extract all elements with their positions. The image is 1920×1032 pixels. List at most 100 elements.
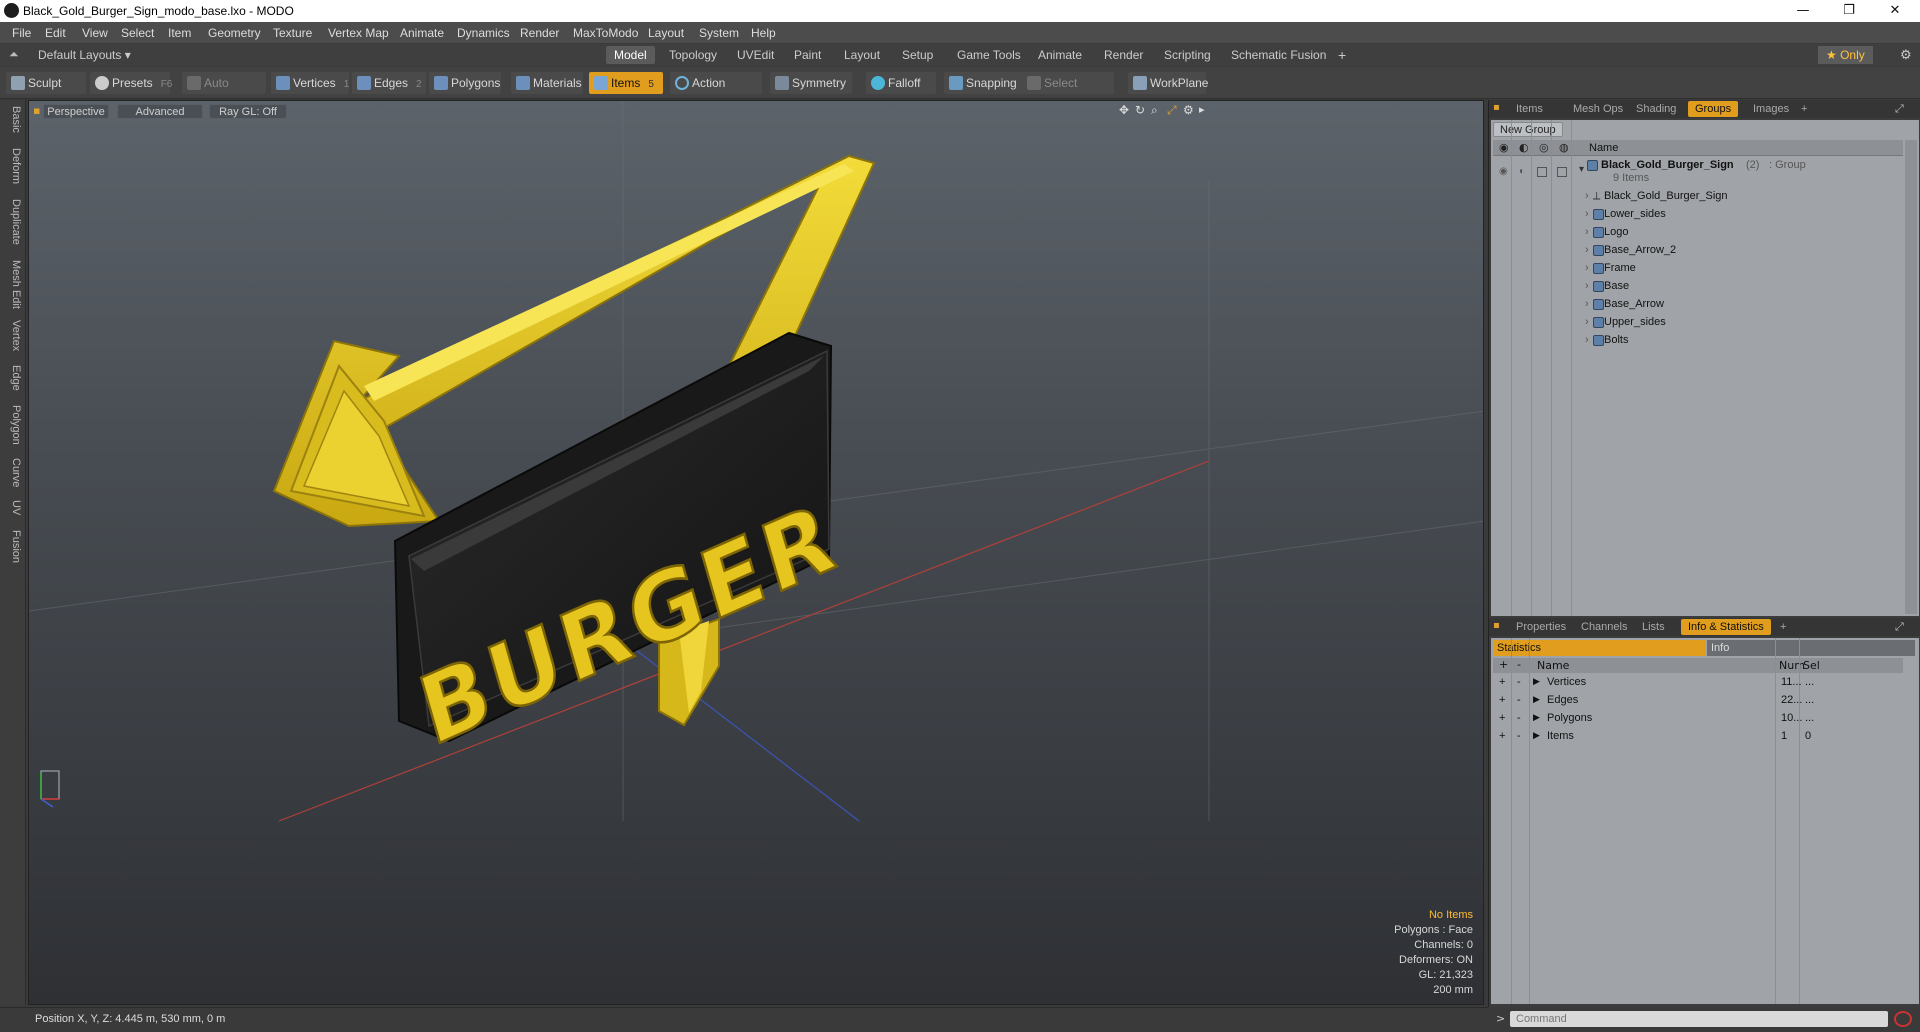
layout-preset-dropdown[interactable]: Default Layouts ▾ xyxy=(30,46,139,64)
menu-layout[interactable]: Layout xyxy=(648,26,684,40)
vtab-curve[interactable]: Curve xyxy=(4,458,22,487)
tab-model[interactable]: Model xyxy=(606,46,655,64)
fit-view-icon[interactable]: ⤢ xyxy=(1167,103,1177,118)
tab-channels[interactable]: Channels xyxy=(1574,619,1634,635)
render-col-icon[interactable]: ◐ xyxy=(1519,141,1529,154)
stats-row[interactable]: + - ▶ Polygons 10...... xyxy=(1493,710,1903,728)
group-row[interactable]: ◉ ◐ ▾ Black_Gold_Burger_Sign (2) : Group… xyxy=(1493,158,1903,188)
rotate-view-icon[interactable]: ↻ xyxy=(1135,103,1145,117)
tab-items[interactable]: Items xyxy=(1509,101,1550,117)
group-item-row[interactable]: › Upper_sides xyxy=(1493,314,1903,332)
close-button[interactable]: ✕ xyxy=(1872,0,1918,22)
remove-selection-icon[interactable]: - xyxy=(1517,676,1521,688)
group-item-row[interactable]: › Base_Arrow xyxy=(1493,296,1903,314)
vtab-basic[interactable]: Basic xyxy=(4,106,22,133)
tab-uvedit[interactable]: UVEdit xyxy=(729,46,782,64)
add-panel-tab-button[interactable]: + xyxy=(1773,619,1793,635)
view-perspective-dropdown[interactable]: Perspective xyxy=(43,104,109,119)
add-layout-tab-button[interactable]: + xyxy=(1330,46,1354,64)
auto-select-button[interactable]: Auto Select xyxy=(182,72,266,112)
menu-item[interactable]: Item xyxy=(168,26,191,40)
remove-selection-icon[interactable]: - xyxy=(1517,694,1521,706)
tab-info-statistics[interactable]: Info & Statistics xyxy=(1681,619,1771,635)
viewport-expand-icon[interactable]: ▸ xyxy=(1199,103,1205,116)
vtab-mesh-edit[interactable]: Mesh Edit xyxy=(4,260,22,309)
group-item-row[interactable]: › Base_Arrow_2 xyxy=(1493,242,1903,260)
group-visibility-icon[interactable]: ◉ xyxy=(1499,166,1508,177)
items-mode-button[interactable]: Items 5 xyxy=(589,72,663,94)
group-item-row[interactable]: › ⟂ Black_Gold_Burger_Sign xyxy=(1493,188,1903,206)
presets-button[interactable]: Presets F6 xyxy=(90,72,172,94)
move-view-icon[interactable]: ✥ xyxy=(1119,103,1129,117)
record-macro-icon[interactable] xyxy=(1894,1011,1912,1027)
panel-menu-icon[interactable]: ▪ xyxy=(1493,102,1500,113)
tab-layout[interactable]: Layout xyxy=(836,46,888,64)
visibility-col-icon[interactable]: ◉ xyxy=(1499,141,1509,154)
menu-view[interactable]: View xyxy=(82,26,108,40)
vtab-edge[interactable]: Edge xyxy=(4,365,22,391)
snapping-button[interactable]: Snapping xyxy=(944,72,1026,94)
group-item-row[interactable]: › Frame xyxy=(1493,260,1903,278)
only-toggle-button[interactable]: ★ Only xyxy=(1818,46,1873,64)
tab-shading[interactable]: Shading xyxy=(1629,101,1683,117)
expand-arrow-icon[interactable]: ▶ xyxy=(1533,676,1540,687)
panel-expand-icon[interactable]: ⤢ xyxy=(1895,102,1904,116)
tab-paint[interactable]: Paint xyxy=(786,46,829,64)
viewport-menu-icon[interactable]: ▪ xyxy=(33,104,40,117)
tab-properties[interactable]: Properties xyxy=(1509,619,1573,635)
expand-arrow-icon[interactable]: ▶ xyxy=(1533,730,1540,741)
materials-mode-button[interactable]: Materials xyxy=(511,72,583,94)
group-item-row[interactable]: › Base xyxy=(1493,278,1903,296)
add-selection-icon[interactable]: + xyxy=(1499,712,1505,724)
tab-mesh-ops[interactable]: Mesh Ops xyxy=(1566,101,1630,117)
shading-advanced-dropdown[interactable]: Advanced xyxy=(117,104,203,119)
new-group-button[interactable]: New Group xyxy=(1493,122,1563,137)
group-item-row[interactable]: › Bolts xyxy=(1493,332,1903,350)
groups-scrollbar[interactable] xyxy=(1905,140,1917,614)
tab-render[interactable]: Render xyxy=(1096,46,1151,64)
menu-system[interactable]: System xyxy=(699,26,739,40)
tab-topology[interactable]: Topology xyxy=(661,46,725,64)
group-render-icon[interactable]: ◐ xyxy=(1519,166,1525,177)
tab-scripting[interactable]: Scripting xyxy=(1156,46,1219,64)
stats-row[interactable]: + - ▶ Edges 22...... xyxy=(1493,692,1903,710)
add-selection-icon[interactable]: + xyxy=(1499,676,1505,688)
lock-col-icon[interactable]: ◎ xyxy=(1539,141,1549,154)
vtab-deform[interactable]: Deform xyxy=(4,148,22,184)
add-selection-icon[interactable]: + xyxy=(1499,694,1505,706)
group-select-checkbox[interactable] xyxy=(1557,167,1567,177)
stats-row[interactable]: + - ▶ Items 1 0 xyxy=(1493,728,1903,746)
viewport-settings-icon[interactable]: ⚙ xyxy=(1183,103,1194,117)
vtab-fusion[interactable]: Fusion xyxy=(4,530,22,563)
stats-row[interactable]: + - ▶ Vertices 11...... xyxy=(1493,674,1903,692)
action-center-button[interactable]: Action Center xyxy=(670,72,762,112)
menu-texture[interactable]: Texture xyxy=(273,26,312,40)
vtab-polygon[interactable]: Polygon xyxy=(4,405,22,445)
tab-game-tools[interactable]: Game Tools xyxy=(949,46,1029,64)
info-subtab[interactable]: Info xyxy=(1707,640,1915,656)
command-input[interactable]: Command xyxy=(1510,1011,1888,1027)
symmetry-button[interactable]: Symmetry xyxy=(770,72,852,94)
minimize-button[interactable]: — xyxy=(1780,0,1826,22)
menu-render[interactable]: Render xyxy=(520,26,559,40)
expand-arrow-icon[interactable]: ▶ xyxy=(1533,712,1540,723)
menu-geometry[interactable]: Geometry xyxy=(208,26,261,40)
menu-file[interactable]: File xyxy=(12,26,31,40)
menu-maxtomodo[interactable]: MaxToModo xyxy=(573,26,638,40)
sculpt-button[interactable]: Sculpt xyxy=(6,72,86,94)
vtab-uv[interactable]: UV xyxy=(4,500,22,515)
vtab-duplicate[interactable]: Duplicate xyxy=(4,199,22,245)
vtab-vertex[interactable]: Vertex xyxy=(4,320,22,351)
menu-vertex-map[interactable]: Vertex Map xyxy=(328,26,389,40)
tab-setup[interactable]: Setup xyxy=(894,46,941,64)
maximize-button[interactable]: ❐ xyxy=(1826,0,1872,22)
zoom-view-icon[interactable]: ⌕ xyxy=(1151,103,1158,118)
tab-images[interactable]: Images xyxy=(1746,101,1796,117)
menu-dynamics[interactable]: Dynamics xyxy=(457,26,510,40)
remove-selection-icon[interactable]: - xyxy=(1517,712,1521,724)
tab-schematic-fusion[interactable]: Schematic Fusion xyxy=(1223,46,1334,64)
tab-lists[interactable]: Lists xyxy=(1635,619,1672,635)
menu-select[interactable]: Select xyxy=(121,26,154,40)
panel-menu-icon[interactable]: ▪ xyxy=(1493,620,1500,631)
select-through-button[interactable]: Select Through xyxy=(1022,72,1114,112)
